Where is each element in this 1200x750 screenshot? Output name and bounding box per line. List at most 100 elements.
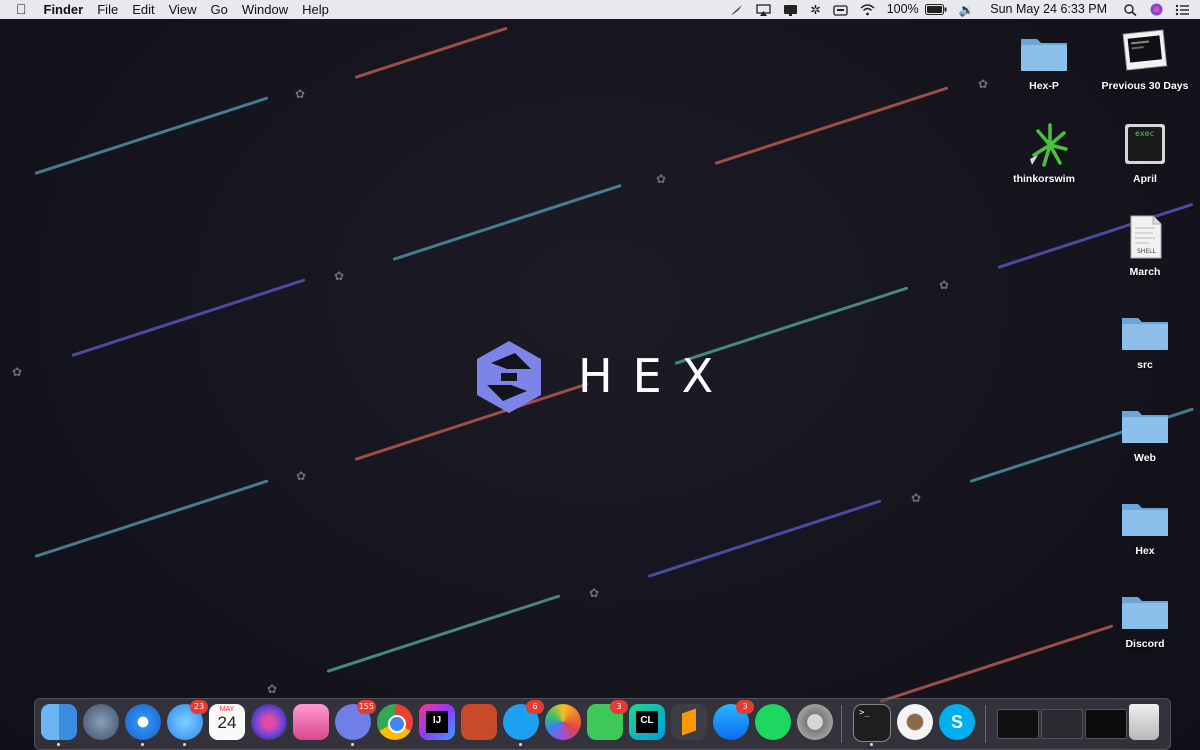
- shell-script-icon: SHELL: [1119, 214, 1171, 260]
- appstore-icon[interactable]: 3: [713, 700, 754, 740]
- messages-icon[interactable]: 23: [167, 700, 208, 740]
- wallpaper-knot-icon: ✿: [938, 278, 950, 292]
- wallpaper-stripe: [879, 624, 1114, 703]
- desktop-icon-web[interactable]: Web: [1097, 400, 1193, 464]
- feather-icon[interactable]: [723, 4, 750, 16]
- desktop-wallpaper: ✿ ✿ ✿ ✿ ✿ ✿ ✿ ✿ ✿ ✿ HEX: [0, 0, 1200, 750]
- battery-percent[interactable]: 100%: [881, 0, 925, 19]
- wifi-icon[interactable]: [854, 3, 881, 16]
- photos-icon[interactable]: [545, 704, 581, 740]
- cleanmymac-icon[interactable]: [293, 704, 329, 740]
- wallpaper-knot-icon: ✿: [333, 269, 345, 283]
- menu-edit[interactable]: Edit: [125, 0, 161, 19]
- desktop-icon-thinkorswim[interactable]: thinkorswim: [996, 121, 1092, 185]
- folder-icon: [1119, 307, 1171, 353]
- menu-window[interactable]: Window: [235, 0, 295, 19]
- folder-icon: [1119, 586, 1171, 632]
- system-preferences-icon[interactable]: [797, 704, 833, 740]
- desktop-icon-hex[interactable]: Hex: [1097, 493, 1193, 557]
- desktop-icon-april[interactable]: exec April: [1097, 121, 1193, 185]
- trash-icon[interactable]: [1129, 704, 1159, 740]
- wallpaper-knot-icon: ✿: [588, 586, 600, 600]
- keyboard-icon[interactable]: [827, 4, 854, 16]
- remote-desktop-icon[interactable]: [461, 704, 497, 740]
- twitter-icon[interactable]: 6: [503, 700, 544, 740]
- running-indicator: [351, 743, 354, 746]
- desktop-icon-label: March: [1129, 266, 1161, 278]
- exec-file-icon: exec: [1119, 121, 1171, 167]
- running-indicator: [870, 743, 873, 746]
- battery-icon[interactable]: [924, 4, 953, 15]
- dock: 23 MAY 24 155 IJ 6 3 CL 3 >_ S: [34, 698, 1171, 750]
- siri-icon[interactable]: [1144, 3, 1169, 16]
- wallpaper-stripe: [354, 26, 508, 79]
- spotify-icon[interactable]: [755, 704, 791, 740]
- alfred-icon[interactable]: [897, 704, 933, 740]
- desktop-icon-hex-p[interactable]: Hex-P: [996, 28, 1092, 92]
- desktop-icon-discord[interactable]: Discord: [1097, 586, 1193, 650]
- window-thumbnail-icon[interactable]: [997, 709, 1039, 739]
- menu-go[interactable]: Go: [204, 0, 235, 19]
- wallpaper-knot-icon: ✿: [655, 172, 667, 186]
- apple-logo-icon[interactable]: : [0, 0, 37, 19]
- menu-view[interactable]: View: [162, 0, 204, 19]
- thinkorswim-icon: [1018, 121, 1070, 167]
- control-list-icon[interactable]: [1169, 4, 1200, 16]
- desktop-icon-label: Hex: [1135, 545, 1155, 557]
- wallpaper-knot-icon: ✿: [294, 87, 306, 101]
- desktop-icon-march[interactable]: SHELL March: [1097, 214, 1193, 278]
- window-thumbnail-icon[interactable]: [1041, 709, 1083, 739]
- bluetooth-icon[interactable]: ✲: [804, 0, 826, 19]
- discord-icon[interactable]: 155: [335, 700, 376, 740]
- wallpaper-stripe: [326, 594, 561, 673]
- menu-file[interactable]: File: [90, 0, 125, 19]
- skype-letter: S: [950, 712, 963, 732]
- folder-icon: [1119, 493, 1171, 539]
- airplay-icon[interactable]: [750, 3, 777, 16]
- window-thumbnail-icon[interactable]: [1085, 709, 1127, 739]
- facetime-icon[interactable]: 3: [587, 700, 628, 740]
- desktop-icon-label: src: [1137, 359, 1153, 371]
- wallpaper-knot-icon: ✿: [977, 77, 989, 91]
- skype-icon[interactable]: S: [939, 704, 975, 740]
- siri-icon[interactable]: [251, 704, 287, 740]
- desktop-icon-label: Hex-P: [1029, 80, 1059, 92]
- wallpaper-stripe: [714, 86, 949, 165]
- clion-icon[interactable]: CL: [629, 704, 665, 740]
- launchpad-icon[interactable]: [83, 704, 119, 740]
- finder-icon[interactable]: [41, 704, 77, 740]
- safari-icon[interactable]: [125, 704, 161, 740]
- smart-folder-icon: [1119, 28, 1171, 74]
- dock-separator: [985, 705, 986, 743]
- volume-icon[interactable]: 🔉: [953, 0, 981, 19]
- chrome-icon[interactable]: [377, 704, 413, 740]
- running-indicator: [57, 743, 60, 746]
- menu-extras: ✲ 100% 🔉 Sun May 24 6:33 PM: [723, 0, 1200, 19]
- terminal-prompt: >_: [859, 708, 870, 718]
- desktop-icon-label: thinkorswim: [1013, 173, 1075, 185]
- running-indicator: [519, 743, 522, 746]
- desktop-icon-label: Previous 30 Days: [1101, 80, 1189, 92]
- search-icon[interactable]: [1117, 3, 1144, 16]
- sublime-mark: [682, 708, 696, 736]
- clock[interactable]: Sun May 24 6:33 PM: [980, 0, 1117, 19]
- wallpaper-stripe: [392, 183, 622, 261]
- clion-label: CL: [636, 711, 658, 733]
- running-indicator: [141, 743, 144, 746]
- sublime-icon[interactable]: [671, 704, 707, 740]
- menu-app-name[interactable]: Finder: [37, 0, 91, 19]
- exec-badge: exec: [1135, 129, 1155, 138]
- wallpaper-stripe: [647, 499, 882, 578]
- wallpaper-knot-icon: ✿: [266, 682, 278, 696]
- calendar-icon[interactable]: MAY 24: [209, 704, 245, 740]
- terminal-icon[interactable]: >_: [853, 704, 891, 742]
- desktop-icon-src[interactable]: src: [1097, 307, 1193, 371]
- desktop-icon-previous-30-days[interactable]: Previous 30 Days: [1097, 28, 1193, 92]
- screen-icon[interactable]: [777, 4, 804, 16]
- menu-help[interactable]: Help: [295, 0, 336, 19]
- wallpaper-knot-icon: ✿: [295, 469, 307, 483]
- notification-badge: 6: [526, 700, 544, 714]
- notification-badge: 23: [190, 700, 208, 714]
- intellij-icon[interactable]: IJ: [419, 704, 455, 740]
- desktop-icon-label: Web: [1134, 452, 1156, 464]
